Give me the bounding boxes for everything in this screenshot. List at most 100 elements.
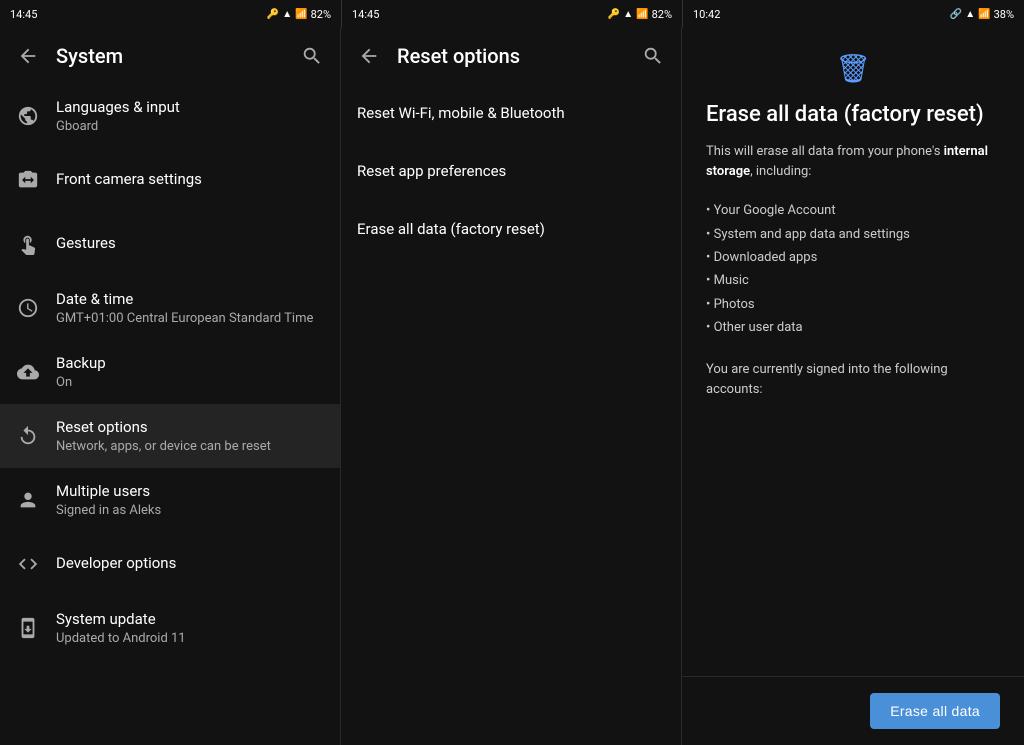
- reset-app-label: Reset app preferences: [357, 162, 665, 180]
- erase-list-item: • Your Google Account: [706, 199, 1000, 222]
- erase-icon-area: 🗑: [706, 52, 1000, 85]
- reset-app-item[interactable]: Reset app preferences: [341, 142, 681, 200]
- erase-title: Erase all data (factory reset): [706, 101, 1000, 130]
- time-3: 10:42: [693, 8, 720, 21]
- time-1: 14:45: [10, 8, 37, 21]
- status-icons-1: 🔑 ▲ 📶 82%: [267, 8, 331, 21]
- search-button-left[interactable]: [292, 36, 332, 76]
- status-bar-3: 10:42 🔗 ▲ 📶 38%: [682, 0, 1024, 28]
- right-panel: 🗑 Erase all data (factory reset) This wi…: [682, 28, 1024, 745]
- status-bars: 14:45 🔑 ▲ 📶 82% 14:45 🔑 ▲ 📶 82% 10:42 🔗 …: [0, 0, 1024, 28]
- camera-label: Front camera settings: [56, 170, 324, 190]
- status-icons-3: 🔗 ▲ 📶 38%: [950, 8, 1014, 21]
- reset-label: Reset options: [56, 418, 324, 438]
- back-button-left[interactable]: [8, 36, 48, 76]
- system-update-icon: [16, 616, 40, 640]
- key-icon-1: 🔑: [267, 9, 279, 20]
- signed-in-text: You are currently signed into the follow…: [706, 360, 1000, 402]
- description-suffix: , including:: [750, 164, 811, 179]
- back-button-mid[interactable]: [349, 36, 389, 76]
- status-bar-2: 14:45 🔑 ▲ 📶 82%: [341, 0, 682, 28]
- wifi-icon-3: ▲: [965, 9, 975, 20]
- settings-item-datetime[interactable]: Date & time GMT+01:00 Central European S…: [0, 276, 340, 340]
- left-panel: System Languages & input Gboard: [0, 28, 341, 745]
- erase-list-item: • Music: [706, 269, 1000, 292]
- reset-text: Reset options Network, apps, or device c…: [56, 418, 324, 455]
- left-panel-title: System: [56, 44, 284, 68]
- erase-list-item: • Other user data: [706, 316, 1000, 339]
- erase-all-button[interactable]: Erase all data: [870, 693, 1000, 729]
- code-icon: [16, 552, 40, 576]
- user-icon: [16, 488, 40, 512]
- reset-wifi-label: Reset Wi-Fi, mobile & Bluetooth: [357, 104, 665, 122]
- wifi-icon-1: ▲: [282, 9, 292, 20]
- key-icon-2: 🔑: [608, 9, 620, 20]
- description-prefix: This will erase all data from your phone…: [706, 144, 944, 159]
- gestures-label: Gestures: [56, 234, 324, 254]
- settings-item-developer[interactable]: Developer options: [0, 532, 340, 596]
- status-icons-2: 🔑 ▲ 📶 82%: [608, 8, 672, 21]
- update-text: System update Updated to Android 11: [56, 610, 324, 647]
- settings-list: Languages & input Gboard Front camera se…: [0, 84, 340, 745]
- developer-label: Developer options: [56, 554, 324, 574]
- camera-front-icon: [16, 168, 40, 192]
- update-sublabel: Updated to Android 11: [56, 631, 324, 646]
- signal-icon-1: 📶: [295, 9, 307, 20]
- settings-item-update[interactable]: System update Updated to Android 11: [0, 596, 340, 660]
- mid-panel-title: Reset options: [397, 44, 625, 68]
- mid-panel-header: Reset options: [341, 28, 681, 84]
- languages-sublabel: Gboard: [56, 119, 324, 134]
- languages-text: Languages & input Gboard: [56, 98, 324, 135]
- datetime-label: Date & time: [56, 290, 324, 310]
- erase-list-item: • Photos: [706, 293, 1000, 316]
- factory-reset-item[interactable]: Erase all data (factory reset): [341, 200, 681, 258]
- battery-2: 82%: [652, 8, 672, 21]
- signal-icon-2: 📶: [636, 9, 648, 20]
- settings-item-languages[interactable]: Languages & input Gboard: [0, 84, 340, 148]
- left-panel-header: System: [0, 28, 340, 84]
- battery-1: 82%: [311, 8, 331, 21]
- settings-item-gestures[interactable]: Gestures: [0, 212, 340, 276]
- users-sublabel: Signed in as Aleks: [56, 503, 324, 518]
- hand-icon: [16, 232, 40, 256]
- signal-icon-3: 📶: [978, 9, 990, 20]
- wifi-icon-2: ▲: [623, 9, 633, 20]
- backup-sublabel: On: [56, 375, 324, 390]
- update-label: System update: [56, 610, 324, 630]
- settings-item-reset[interactable]: Reset options Network, apps, or device c…: [0, 404, 340, 468]
- gestures-text: Gestures: [56, 234, 324, 254]
- languages-label: Languages & input: [56, 98, 324, 118]
- erase-content: 🗑 Erase all data (factory reset) This wi…: [682, 28, 1024, 676]
- erase-list: • Your Google Account• System and app da…: [706, 199, 1000, 339]
- reset-wifi-item[interactable]: Reset Wi-Fi, mobile & Bluetooth: [341, 84, 681, 142]
- status-bar-1: 14:45 🔑 ▲ 📶 82%: [0, 0, 341, 28]
- settings-item-users[interactable]: Multiple users Signed in as Aleks: [0, 468, 340, 532]
- users-text: Multiple users Signed in as Aleks: [56, 482, 324, 519]
- settings-item-camera[interactable]: Front camera settings: [0, 148, 340, 212]
- developer-text: Developer options: [56, 554, 324, 574]
- erase-list-item: • Downloaded apps: [706, 246, 1000, 269]
- link-icon-3: 🔗: [950, 9, 962, 20]
- datetime-text: Date & time GMT+01:00 Central European S…: [56, 290, 324, 327]
- backup-text: Backup On: [56, 354, 324, 391]
- reset-sublabel: Network, apps, or device can be reset: [56, 439, 324, 454]
- globe-icon: [16, 104, 40, 128]
- users-label: Multiple users: [56, 482, 324, 502]
- settings-item-backup[interactable]: Backup On: [0, 340, 340, 404]
- erase-list-item: • System and app data and settings: [706, 223, 1000, 246]
- factory-reset-label: Erase all data (factory reset): [357, 220, 665, 238]
- backup-label: Backup: [56, 354, 324, 374]
- camera-text: Front camera settings: [56, 170, 324, 190]
- battery-3: 38%: [994, 8, 1014, 21]
- backup-icon: [16, 360, 40, 384]
- mid-panel: Reset options Reset Wi-Fi, mobile & Blue…: [341, 28, 682, 745]
- main-panels: System Languages & input Gboard: [0, 28, 1024, 745]
- clock-icon: [16, 296, 40, 320]
- reset-icon: [16, 424, 40, 448]
- datetime-sublabel: GMT+01:00 Central European Standard Time: [56, 311, 324, 326]
- erase-panel-bottom: Erase all data: [682, 676, 1024, 745]
- search-button-mid[interactable]: [633, 36, 673, 76]
- time-2: 14:45: [352, 8, 379, 21]
- trash-icon: 🗑: [835, 52, 871, 85]
- erase-description: This will erase all data from your phone…: [706, 142, 1000, 184]
